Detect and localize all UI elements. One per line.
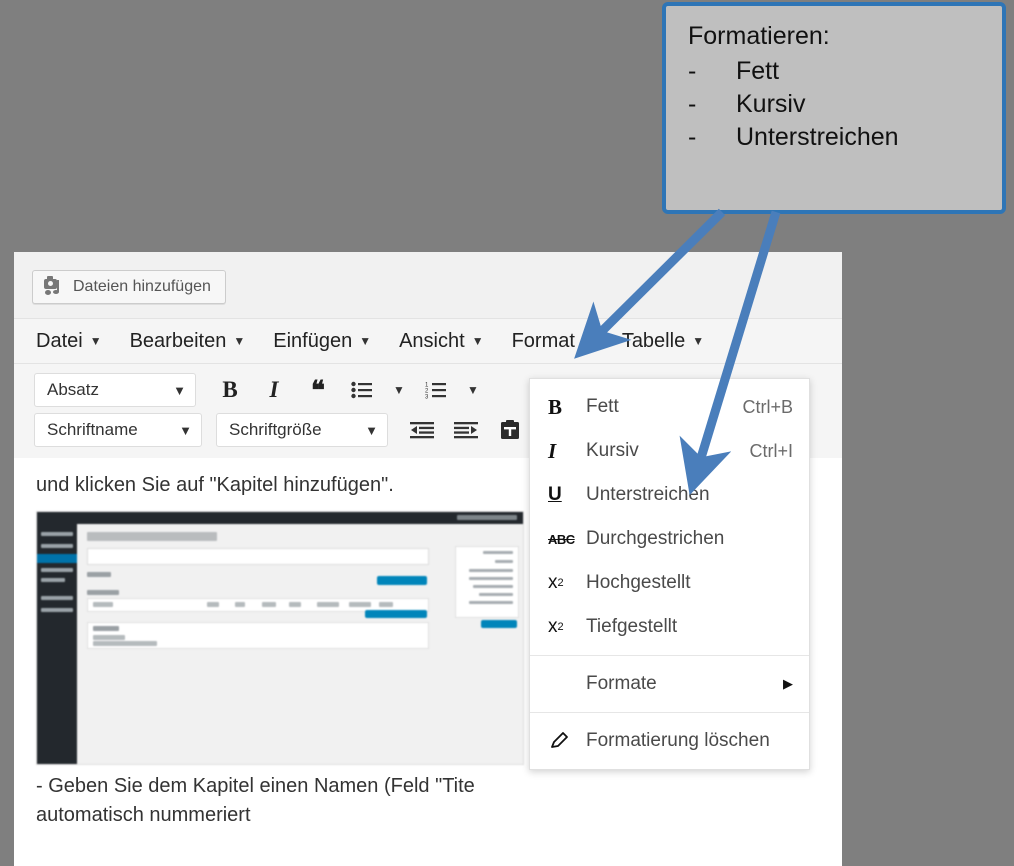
numbered-list-options-button[interactable]: ▼ (460, 372, 486, 408)
menu-einfuegen-label: Einfügen (273, 329, 353, 352)
callout-bullet-dash: - (688, 123, 697, 151)
italic-icon: I (548, 438, 557, 463)
font-size-select[interactable]: Schriftgröße ▼ (216, 413, 388, 447)
menu-einfuegen[interactable]: Einfügen ▼ (273, 330, 371, 353)
editor-menubar: Datei ▼ Bearbeiten ▼ Einfügen ▼ Ansicht … (14, 318, 842, 364)
format-menu-item-formatierung-loeschen[interactable]: Formatierung löschen (530, 719, 809, 763)
chevron-down-icon: ▼ (692, 334, 705, 348)
font-name-select[interactable]: Schriftname ▼ (34, 413, 202, 447)
font-name-value: Schriftname (47, 420, 138, 439)
paste-as-text-button[interactable] (490, 412, 530, 448)
subscript-icon: x2 (548, 616, 564, 637)
paste-as-text-icon (501, 420, 519, 439)
embedded-screenshot-image (36, 511, 524, 765)
outdent-icon (410, 422, 434, 439)
numbered-list-button[interactable]: 1 2 3 (416, 372, 456, 408)
menu-format[interactable]: Format ▲ (512, 330, 594, 353)
quote-icon: ❝ (311, 375, 325, 405)
superscript-icon: x2 (548, 572, 564, 593)
format-menu-item-durchgestrichen[interactable]: ABC Durchgestrichen (530, 517, 809, 561)
bullet-list-icon (351, 381, 372, 399)
italic-icon: I (269, 377, 279, 402)
strikethrough-icon: ABC (548, 531, 575, 547)
paragraph-format-select[interactable]: Absatz ▼ (34, 373, 196, 407)
svg-text:3: 3 (425, 395, 429, 400)
blockquote-button[interactable]: ❝ (298, 372, 338, 408)
content-paragraph-3: automatisch nummeriert (36, 804, 251, 826)
chevron-down-icon: ▼ (179, 422, 192, 438)
underline-icon: U (548, 484, 562, 505)
format-menu-item-label: Kursiv (586, 440, 639, 461)
callout-bullet-dash: - (688, 90, 697, 118)
format-dropdown-menu: B Fett Ctrl+B I Kursiv Ctrl+I U Unterstr… (529, 378, 810, 770)
menu-datei-label: Datei (36, 329, 83, 352)
annotation-callout-box: Formatieren: - Fett - Kursiv - Unterstre… (662, 2, 1006, 214)
menu-tabelle-label: Tabelle (621, 329, 686, 352)
chevron-down-icon: ▼ (365, 422, 378, 438)
add-media-bar: Dateien hinzufügen (14, 252, 842, 318)
format-menu-item-label: Formatierung löschen (586, 730, 770, 751)
bullet-list-options-button[interactable]: ▼ (386, 372, 412, 408)
callout-list-item: - Kursiv (688, 88, 1002, 121)
add-media-button-label: Dateien hinzufügen (73, 278, 211, 295)
media-camera-note-icon (44, 276, 64, 296)
chevron-down-icon: ▼ (467, 383, 479, 397)
bold-button[interactable]: B (210, 372, 250, 408)
callout-bullet-dash: - (688, 57, 697, 85)
chevron-down-icon: ▼ (233, 334, 246, 348)
chevron-down-icon: ▼ (471, 334, 484, 348)
callout-list-item: - Fett (688, 55, 1002, 88)
clear-formatting-icon (548, 730, 586, 752)
paragraph-format-value: Absatz (47, 380, 99, 399)
format-menu-item-shortcut: Ctrl+B (742, 396, 793, 417)
format-menu-item-label: Tiefgestellt (586, 616, 678, 637)
format-menu-item-hochgestellt[interactable]: x2 Hochgestellt (530, 561, 809, 605)
chevron-down-icon: ▼ (173, 382, 186, 398)
format-menu-item-shortcut: Ctrl+I (749, 440, 793, 461)
indent-icon (454, 422, 478, 439)
format-menu-item-formate[interactable]: Formate ▶ (530, 662, 809, 706)
format-menu-item-tiefgestellt[interactable]: x2 Tiefgestellt (530, 605, 809, 649)
callout-list-item: - Unterstreichen (688, 121, 1002, 154)
menu-bearbeiten[interactable]: Bearbeiten ▼ (130, 330, 246, 353)
bold-icon: B (222, 377, 238, 402)
indent-button[interactable] (446, 412, 486, 448)
menu-datei[interactable]: Datei ▼ (36, 330, 102, 353)
callout-item-label: Unterstreichen (736, 123, 899, 151)
outdent-button[interactable] (402, 412, 442, 448)
format-menu-item-label: Durchgestrichen (586, 528, 725, 549)
menu-separator (530, 712, 809, 713)
chevron-right-icon: ▶ (783, 676, 793, 691)
chevron-down-icon: ▼ (393, 383, 405, 397)
bold-icon: B (548, 394, 563, 419)
font-size-value: Schriftgröße (229, 420, 322, 439)
format-menu-item-unterstreichen[interactable]: U Unterstreichen (530, 473, 809, 517)
menu-ansicht-label: Ansicht (399, 329, 465, 352)
format-menu-item-label: Formate (586, 673, 657, 694)
callout-item-label: Kursiv (736, 90, 806, 118)
menu-ansicht[interactable]: Ansicht ▼ (399, 330, 483, 353)
callout-item-label: Fett (736, 57, 780, 85)
numbered-list-icon: 1 2 3 (425, 383, 446, 400)
content-paragraph-2: - Geben Sie dem Kapitel einen Namen (Fel… (36, 775, 475, 797)
screenshot-stage: Formatieren: - Fett - Kursiv - Unterstre… (0, 0, 1014, 866)
italic-button[interactable]: I (254, 372, 294, 408)
chevron-up-icon: ▲ (581, 334, 594, 348)
bullet-list-button[interactable] (342, 372, 382, 408)
menu-bearbeiten-label: Bearbeiten (129, 329, 227, 352)
chevron-down-icon: ▼ (89, 334, 102, 348)
menu-tabelle[interactable]: Tabelle ▼ (622, 330, 704, 353)
format-menu-item-label: Hochgestellt (586, 572, 691, 593)
format-menu-item-fett[interactable]: B Fett Ctrl+B (530, 385, 809, 429)
format-menu-item-label: Unterstreichen (586, 484, 710, 505)
add-media-button[interactable]: Dateien hinzufügen (32, 270, 226, 304)
chevron-down-icon: ▼ (359, 334, 372, 348)
menu-separator (530, 655, 809, 656)
callout-title: Formatieren: (688, 22, 830, 50)
menu-format-label: Format (511, 329, 575, 352)
format-menu-item-label: Fett (586, 396, 619, 417)
format-menu-item-kursiv[interactable]: I Kursiv Ctrl+I (530, 429, 809, 473)
